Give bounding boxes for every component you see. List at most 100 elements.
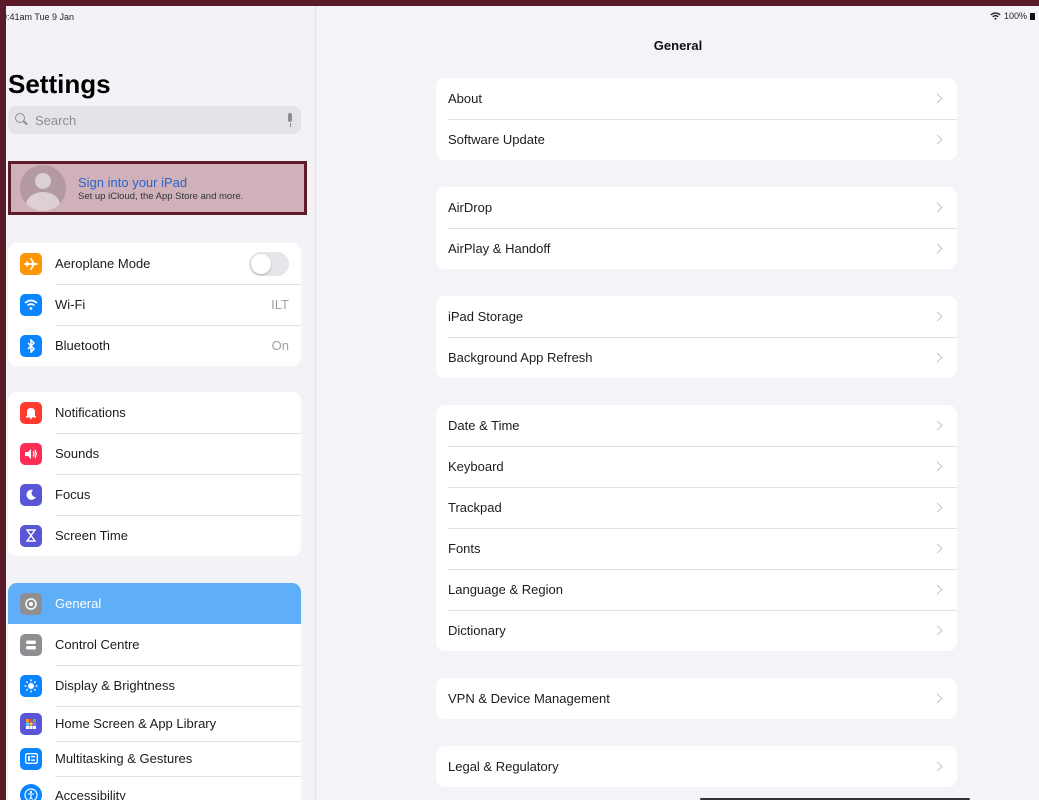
search-bar[interactable] bbox=[8, 106, 301, 134]
row-date-time[interactable]: Date & Time bbox=[436, 405, 957, 446]
vpn-group: VPN & Device Management bbox=[436, 678, 957, 719]
storage-group: iPad Storage Background App Refresh bbox=[436, 296, 957, 378]
battery-percentage: 100% bbox=[1003, 11, 1027, 21]
sidebar-item-label: Screen Time bbox=[55, 528, 128, 543]
row-airplay-handoff[interactable]: AirPlay & Handoff bbox=[436, 228, 957, 269]
row-label: Language & Region bbox=[448, 582, 563, 597]
sidebar-item-sounds[interactable]: Sounds bbox=[8, 433, 301, 474]
sidebar-item-accessibility[interactable]: Accessibility bbox=[8, 776, 301, 800]
sun-icon bbox=[20, 674, 42, 697]
chevron-right-icon bbox=[932, 625, 943, 636]
switches-icon bbox=[20, 633, 42, 656]
chevron-right-icon bbox=[932, 693, 943, 704]
row-label: Fonts bbox=[448, 541, 481, 556]
row-label: Dictionary bbox=[448, 623, 506, 638]
row-label: Date & Time bbox=[448, 418, 520, 433]
sidebar-item-label: Accessibility bbox=[55, 787, 126, 800]
row-vpn-device-management[interactable]: VPN & Device Management bbox=[436, 678, 957, 719]
sidebar-item-control-centre[interactable]: Control Centre bbox=[8, 624, 301, 665]
sidebar-item-multitasking[interactable]: Multitasking & Gestures bbox=[8, 741, 301, 776]
chevron-right-icon bbox=[932, 352, 943, 363]
sidebar-item-label: Bluetooth bbox=[55, 338, 110, 353]
wifi-network-value: ILT bbox=[271, 297, 289, 312]
battery-icon bbox=[1030, 12, 1035, 20]
row-keyboard[interactable]: Keyboard bbox=[436, 446, 957, 487]
row-label: iPad Storage bbox=[448, 309, 524, 324]
sidebar-item-screen-time[interactable]: Screen Time bbox=[8, 515, 301, 556]
sidebar-item-label: Wi-Fi bbox=[55, 297, 86, 312]
moon-icon bbox=[20, 483, 42, 506]
status-indicators: 100% bbox=[990, 11, 1035, 21]
sidebar-item-label: Sounds bbox=[55, 446, 100, 461]
sidebar-item-aeroplane-mode[interactable]: Aeroplane Mode bbox=[8, 243, 301, 284]
row-dictionary[interactable]: Dictionary bbox=[436, 610, 957, 651]
chevron-right-icon bbox=[932, 93, 943, 104]
airplane-icon bbox=[20, 252, 42, 275]
hourglass-icon bbox=[20, 524, 42, 547]
sidebar-item-home-screen[interactable]: Home Screen & App Library bbox=[8, 706, 301, 741]
chevron-right-icon bbox=[932, 311, 943, 322]
sidebar-item-label: Display & Brightness bbox=[55, 678, 175, 693]
sidebar-item-focus[interactable]: Focus bbox=[8, 474, 301, 515]
sidebar-item-label: General bbox=[55, 596, 102, 611]
row-airdrop[interactable]: AirDrop bbox=[436, 187, 957, 228]
sidebar-item-label: Notifications bbox=[55, 405, 126, 420]
multitask-icon bbox=[20, 747, 42, 770]
speaker-icon bbox=[20, 442, 42, 465]
ipad-screen: 9:41am Tue 9 Jan Settings Sign into your… bbox=[6, 6, 1039, 800]
row-label: AirPlay & Handoff bbox=[448, 241, 551, 256]
microphone-icon[interactable] bbox=[286, 113, 294, 127]
date-language-group: Date & Time Keyboard Trackpad Fonts Lang… bbox=[436, 405, 957, 651]
row-software-update[interactable]: Software Update bbox=[436, 119, 957, 160]
row-label: About bbox=[448, 91, 482, 106]
bluetooth-icon bbox=[20, 334, 42, 357]
bell-icon bbox=[20, 401, 42, 424]
status-time: 9:41am Tue 9 Jan bbox=[6, 12, 75, 22]
aeroplane-mode-toggle[interactable] bbox=[249, 251, 289, 276]
row-label: AirDrop bbox=[448, 200, 493, 215]
sidebar-item-label: Focus bbox=[55, 487, 91, 502]
chevron-right-icon bbox=[932, 243, 943, 254]
row-legal-regulatory[interactable]: Legal & Regulatory bbox=[436, 746, 957, 787]
legal-group: Legal & Regulatory bbox=[436, 746, 957, 787]
row-label: Software Update bbox=[448, 132, 545, 147]
row-background-app-refresh[interactable]: Background App Refresh bbox=[436, 337, 957, 378]
sidebar-item-bluetooth[interactable]: Bluetooth On bbox=[8, 325, 301, 366]
sidebar-item-label: Home Screen & App Library bbox=[55, 716, 217, 731]
sidebar-item-label: Multitasking & Gestures bbox=[55, 751, 193, 766]
row-label: Legal & Regulatory bbox=[448, 759, 559, 774]
accessibility-icon bbox=[20, 784, 42, 800]
bluetooth-status-value: On bbox=[271, 338, 289, 353]
connectivity-group: Aeroplane Mode Wi-Fi ILT Bluetooth On bbox=[8, 243, 301, 366]
detail-title: General bbox=[653, 38, 703, 53]
row-label: Background App Refresh bbox=[448, 350, 593, 365]
chevron-right-icon bbox=[932, 584, 943, 595]
sidebar: 9:41am Tue 9 Jan Settings Sign into your… bbox=[6, 6, 316, 800]
gear-icon bbox=[20, 592, 42, 615]
search-icon bbox=[15, 113, 29, 127]
chevron-right-icon bbox=[932, 761, 943, 772]
sign-in-subtitle: Set up iCloud, the App Store and more. bbox=[78, 190, 244, 202]
chevron-right-icon bbox=[932, 202, 943, 213]
wifi-status-icon bbox=[990, 12, 1001, 20]
sidebar-item-general[interactable]: General bbox=[8, 583, 301, 624]
chevron-right-icon bbox=[932, 134, 943, 145]
row-label: VPN & Device Management bbox=[448, 691, 610, 706]
row-language-region[interactable]: Language & Region bbox=[436, 569, 957, 610]
sidebar-item-wifi[interactable]: Wi-Fi ILT bbox=[8, 284, 301, 325]
sign-in-title: Sign into your iPad bbox=[78, 174, 188, 190]
sidebar-item-display-brightness[interactable]: Display & Brightness bbox=[8, 665, 301, 706]
sign-in-account-row[interactable]: Sign into your iPad Set up iCloud, the A… bbox=[8, 161, 307, 215]
row-fonts[interactable]: Fonts bbox=[436, 528, 957, 569]
general-group: General Control Centre Display & Brightn… bbox=[8, 583, 301, 800]
row-about[interactable]: About bbox=[436, 78, 957, 119]
grid-icon bbox=[20, 712, 42, 735]
sidebar-item-label: Control Centre bbox=[55, 637, 140, 652]
chevron-right-icon bbox=[932, 420, 943, 431]
about-group: About Software Update bbox=[436, 78, 957, 160]
row-ipad-storage[interactable]: iPad Storage bbox=[436, 296, 957, 337]
airdrop-group: AirDrop AirPlay & Handoff bbox=[436, 187, 957, 269]
sidebar-item-notifications[interactable]: Notifications bbox=[8, 392, 301, 433]
search-input[interactable] bbox=[35, 112, 286, 128]
row-trackpad[interactable]: Trackpad bbox=[436, 487, 957, 528]
